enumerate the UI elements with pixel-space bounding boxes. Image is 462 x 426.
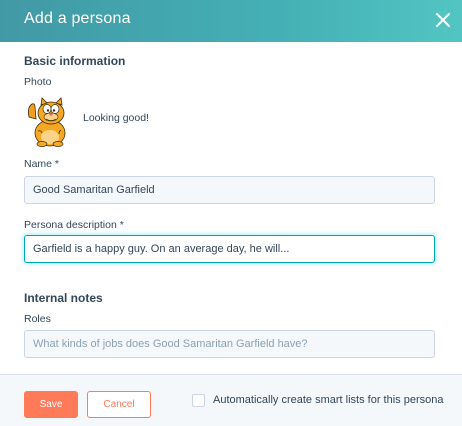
modal-title: Add a persona (24, 10, 131, 27)
modal-footer: Save Cancel Automatically create smart l… (0, 374, 462, 426)
photo-label: Photo (24, 76, 52, 88)
persona-avatar[interactable] (23, 95, 75, 147)
roles-label: Roles (24, 313, 51, 325)
internal-notes-title: Internal notes (24, 291, 103, 305)
persona-description-label: Persona description * (24, 219, 124, 231)
name-label: Name * (24, 158, 60, 170)
smart-lists-label: Automatically create smart lists for thi… (213, 394, 444, 406)
smart-lists-checkbox[interactable] (192, 394, 205, 407)
close-icon (436, 13, 450, 27)
photo-caption: Looking good! (83, 112, 149, 124)
garfield-avatar-icon (28, 97, 66, 147)
modal-header: Add a persona (0, 0, 462, 42)
roles-input[interactable] (24, 330, 435, 358)
close-button[interactable] (430, 7, 456, 33)
basic-information-title: Basic information (24, 54, 126, 68)
persona-description-input[interactable] (24, 235, 435, 263)
cancel-button[interactable]: Cancel (87, 391, 151, 418)
save-button[interactable]: Save (24, 391, 78, 418)
name-input[interactable] (24, 176, 435, 204)
